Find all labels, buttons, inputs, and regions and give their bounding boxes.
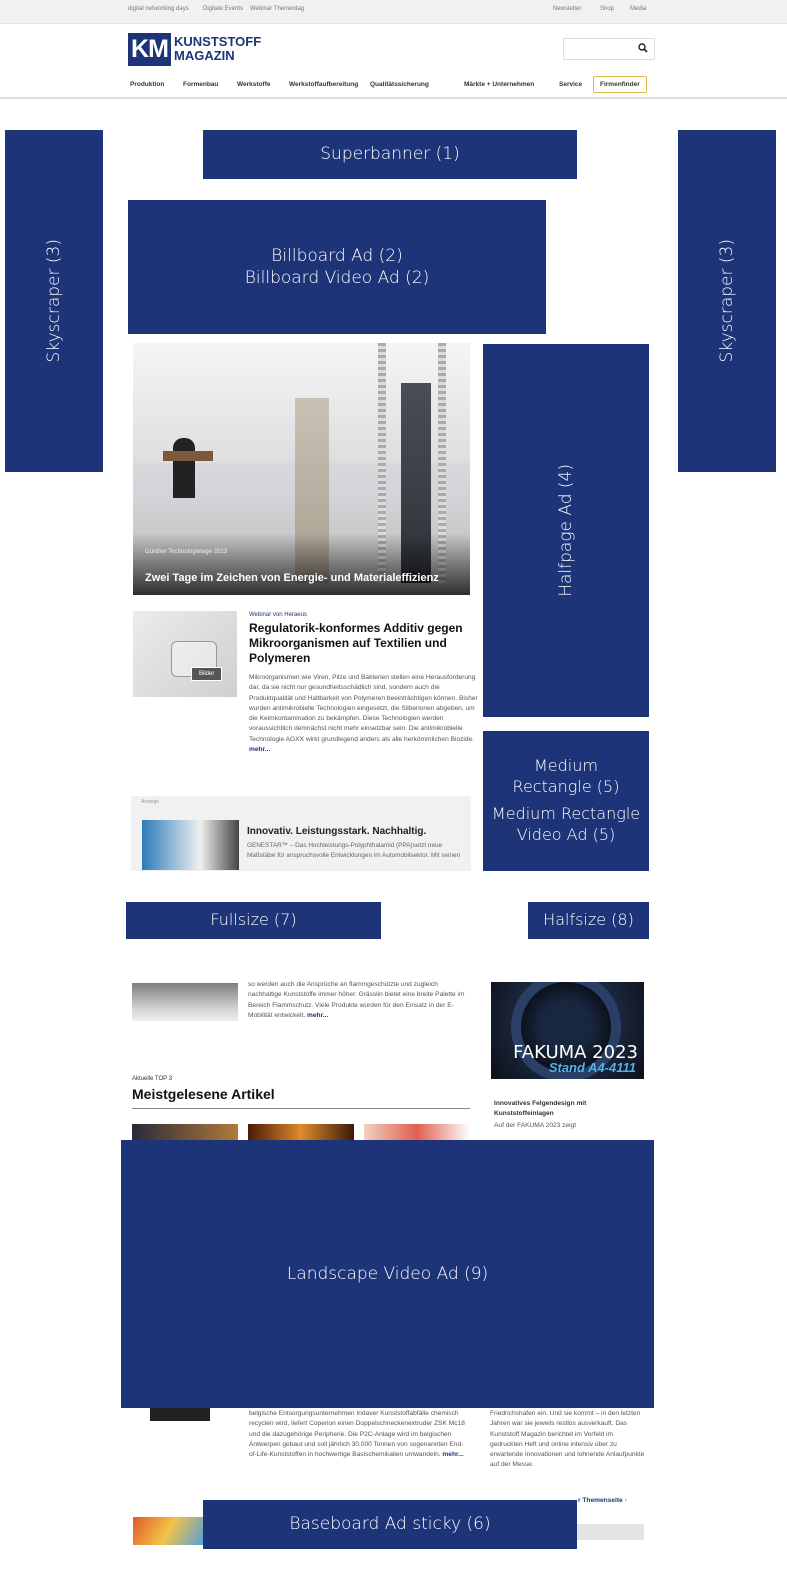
hero-kicker: Günther Technologietage 2023 — [145, 549, 227, 555]
article-more-link[interactable]: mehr... — [249, 746, 270, 753]
top3-thumbnail[interactable] — [248, 1124, 354, 1140]
article-body-text: so werden auch die Ansprüche an flammges… — [248, 981, 465, 1019]
fullsize-ad[interactable]: Fullsize (7) — [126, 902, 381, 939]
hero-article[interactable]: Günther Technologietage 2023 Zwei Tage i… — [133, 343, 470, 595]
fakuma-stand: Stand A4-4111 — [548, 1060, 636, 1075]
firmenfinder-button[interactable]: Firmenfinder — [593, 76, 647, 93]
topbar-link-webinar-thementag[interactable]: Webinar Thementag — [250, 6, 304, 12]
search-input[interactable] — [563, 38, 655, 60]
nav-item-produktion[interactable]: Produktion — [130, 81, 164, 88]
article-thumbnail[interactable] — [150, 1407, 210, 1421]
sponsored-body: GENESTAR™ – Das Hochleistungs-Polyphthal… — [247, 842, 461, 859]
topbar-link-media[interactable]: Media — [630, 6, 646, 12]
skyscraper-ad-left[interactable]: Skyscraper (3) — [5, 130, 103, 472]
top3-heading: Meistgelesene Artikel — [132, 1086, 275, 1102]
medium-rectangle-video-label: Medium Rectangle Video Ad (5) — [491, 804, 641, 844]
top-utility-bar: digital networking days Digitale Events … — [0, 0, 787, 24]
top3-kicker: Aktuelle TOP 3 — [132, 1076, 173, 1082]
fakuma-teaser-image[interactable]: FAKUMA 2023 Stand A4-4111 — [491, 982, 644, 1079]
top3-thumbnail[interactable] — [132, 1124, 238, 1140]
superbanner-label: Superbanner (1) — [320, 144, 460, 165]
landscape-video-label: Landscape Video Ad (9) — [286, 1263, 489, 1284]
themenseite-link[interactable]: r Themenseite › — [578, 1497, 627, 1504]
sidebar-article-title[interactable]: Innovatives Felgendesign mit Kunststoffe… — [494, 1099, 644, 1119]
sponsored-teaser[interactable]: Anzeige Innovativ. Leistungsstark. Nachh… — [131, 796, 471, 871]
nav-item-werkstoffaufbereitung[interactable]: Werkstoffaufbereitung — [289, 81, 358, 88]
themenseite-label: r Themenseite — [578, 1497, 623, 1504]
billboard-video-label: Billboard Video Ad (2) — [244, 268, 430, 288]
logo-mark[interactable]: KM — [128, 33, 171, 66]
article-body-text: belgische Entsorgungsunternehmen Indaver… — [249, 1410, 465, 1459]
superbanner-ad[interactable]: Superbanner (1) — [203, 130, 577, 179]
sidebar-article-body: Friedrichshafen ein. Und sie kommt – in … — [490, 1410, 645, 1469]
topbar-link-digitale-events[interactable]: Digitale Events — [203, 6, 243, 12]
sidebar-article-body: Auf der FAKUMA 2023 zeigt — [494, 1122, 577, 1129]
article-thumbnail[interactable] — [132, 983, 238, 1021]
topbar-link-newsletter[interactable]: Newsletter — [553, 6, 581, 12]
article-more-link[interactable]: mehr... — [442, 1451, 463, 1458]
header-divider — [0, 97, 787, 99]
logo-wordmark[interactable]: KUNSTSTOFF MAGAZIN — [174, 35, 261, 63]
skyscraper-label: Skyscraper (3) — [43, 239, 64, 363]
article-title[interactable]: Regulatorik-konformes Additiv gegen Mikr… — [249, 621, 471, 666]
top3-divider — [132, 1108, 470, 1109]
article-thumbnail[interactable] — [133, 1517, 203, 1545]
billboard-label: Billboard Ad (2) — [271, 245, 403, 266]
article-body: so werden auch die Ansprüche an flammges… — [248, 980, 468, 1021]
landscape-video-ad[interactable]: Landscape Video Ad (9) — [121, 1140, 654, 1408]
halfsize-ad[interactable]: Halfsize (8) — [528, 902, 649, 939]
halfsize-label: Halfsize (8) — [543, 910, 634, 930]
article-body: belgische Entsorgungsunternehmen Indaver… — [249, 1409, 469, 1460]
nav-item-formenbau[interactable]: Formenbau — [183, 81, 218, 88]
skyscraper-ad-right[interactable]: Skyscraper (3) — [678, 130, 776, 472]
hero-image-person — [173, 438, 195, 498]
logo-line-2: MAGAZIN — [174, 48, 235, 63]
topbar-link-shop[interactable]: Shop — [600, 6, 614, 12]
nav-item-werkstoffe[interactable]: Werkstoffe — [237, 81, 270, 88]
sponsored-image — [142, 820, 239, 870]
nav-item-service[interactable]: Service — [559, 81, 582, 88]
logo-line-1: KUNSTSTOFF — [174, 34, 262, 49]
nav-item-maerkte-unternehmen[interactable]: Märkte + Unternehmen — [464, 81, 534, 88]
article-body-text: Mikroorganismen wie Viren, Pilze und Bak… — [249, 674, 478, 743]
halfpage-label: Halfpage Ad (4) — [555, 464, 576, 597]
hero-caption-overlay — [133, 533, 470, 595]
topbar-link-digital-networking-days[interactable]: digital networking days — [128, 6, 189, 12]
chevron-right-icon: › — [624, 1497, 627, 1504]
baseboard-sticky-ad[interactable]: Baseboard Ad sticky (6) — [203, 1500, 577, 1549]
medium-rectangle-label: Medium Rectangle (5) — [512, 756, 620, 797]
halfpage-ad[interactable]: Halfpage Ad (4) — [483, 344, 649, 717]
article-more-link[interactable]: mehr... — [307, 1012, 328, 1019]
article-thumbnail[interactable]: Bilder — [133, 611, 237, 697]
nav-item-qualitaetssicherung[interactable]: Qualitätssicherung — [370, 81, 429, 88]
top3-thumbnail[interactable] — [364, 1124, 470, 1140]
hero-title[interactable]: Zwei Tage im Zeichen von Energie- und Ma… — [145, 572, 445, 585]
article-kicker: Webinar von Heraeus — [249, 612, 307, 618]
sponsored-label: Anzeige — [141, 799, 160, 805]
gallery-button[interactable]: Bilder — [191, 667, 223, 681]
billboard-ad[interactable]: Billboard Ad (2) Billboard Video Ad (2) — [128, 200, 546, 334]
skyscraper-label: Skyscraper (3) — [716, 239, 737, 363]
search-icon[interactable] — [638, 43, 648, 53]
sponsored-title[interactable]: Innovativ. Leistungsstark. Nachhaltig. — [247, 826, 426, 837]
baseboard-label: Baseboard Ad sticky (6) — [289, 1514, 491, 1535]
medium-rectangle-ad[interactable]: Medium Rectangle (5) Medium Rectangle Vi… — [483, 731, 649, 871]
hero-image-lectern — [163, 451, 213, 461]
article-body: Mikroorganismen wie Viren, Pilze und Bak… — [249, 673, 481, 755]
fullsize-label: Fullsize (7) — [210, 910, 297, 930]
